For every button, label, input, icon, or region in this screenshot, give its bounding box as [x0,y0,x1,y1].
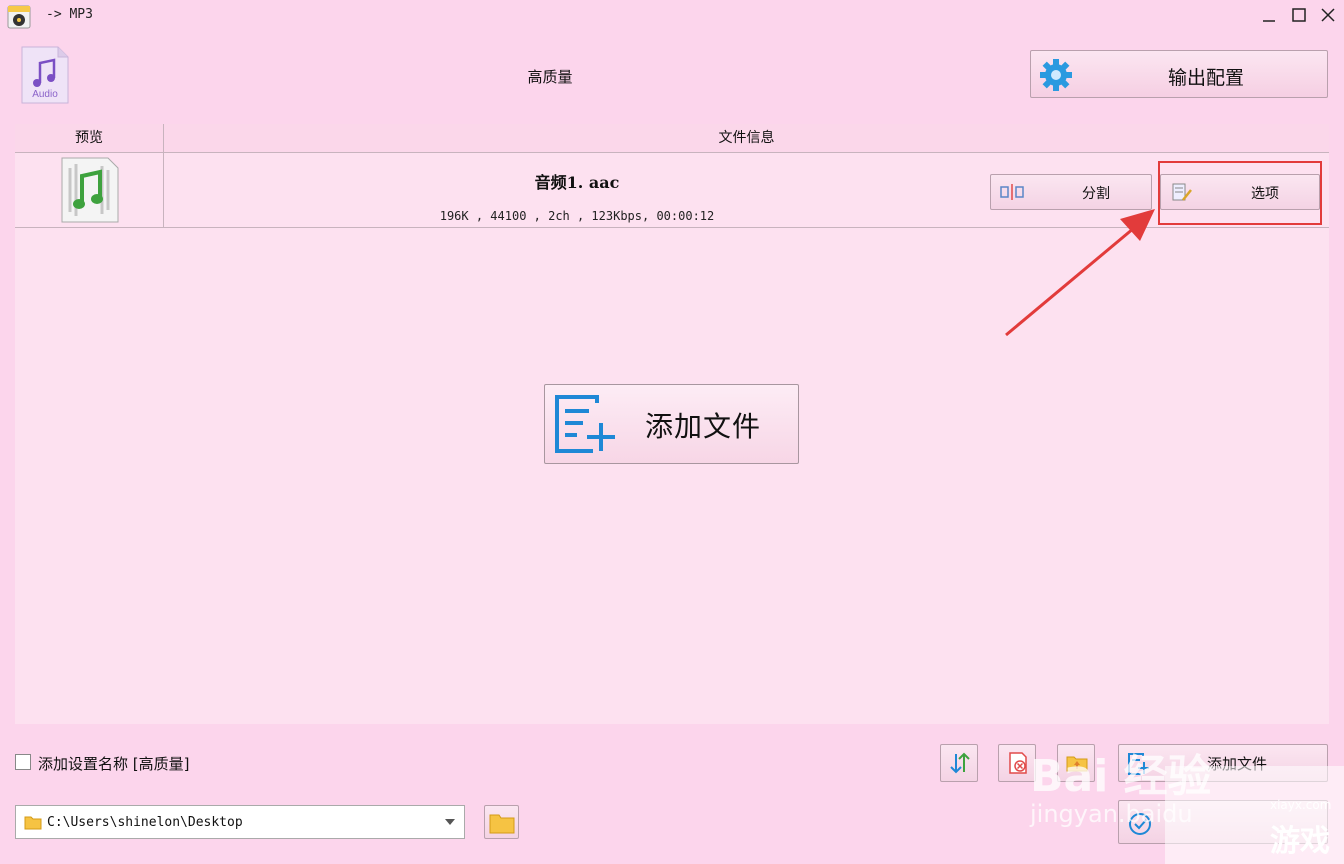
add-preset-name-label: 添加设置名称 [高质量] [38,755,190,773]
output-path-select[interactable]: C:\Users\shinelon\Desktop [15,805,465,839]
add-file-label: 添加文件 [645,410,762,443]
add-preset-name-checkbox[interactable] [15,754,31,770]
highlight-box [1158,161,1322,225]
folder-icon [24,816,42,830]
close-button[interactable] [1315,4,1341,26]
chevron-down-icon[interactable] [444,818,456,826]
output-config-button[interactable]: 输出配置 [1030,50,1328,98]
sort-icon [950,752,970,774]
preset-label: 高质量 [527,68,573,86]
remove-icon [1009,752,1027,774]
maximize-button[interactable] [1286,4,1312,26]
file-metadata: 196K , 44100 , 2ch , 123Kbps, 00:00:12 [439,209,715,223]
output-config-label: 输出配置 [1167,67,1244,89]
window-title: -> MP3 [46,7,93,22]
add-file-button-large[interactable]: 添加文件 [544,384,799,464]
svg-text:Audio: Audio [32,89,58,100]
watermark-site-url: xiayx.com [1270,798,1332,812]
watermark-site-text: 游戏 [1270,824,1330,859]
browse-folder-button[interactable] [484,805,519,839]
table-header: 预览 文件信息 [15,124,1329,153]
minimize-button[interactable] [1256,4,1282,26]
file-name: 音频1. aac [534,173,620,192]
column-header-preview: 预览 [15,124,164,152]
browse-folder-icon [489,814,515,834]
column-header-file-info: 文件信息 [718,130,775,146]
output-path-value: C:\Users\shinelon\Desktop [47,815,243,830]
add-file-icon [555,395,615,453]
gear-icon [1040,59,1072,91]
audio-icon: Audio [21,46,69,104]
title-bar: -> MP3 [0,0,1344,30]
annotation-arrow [1005,209,1155,337]
app-icon [7,5,31,29]
sort-button[interactable] [940,744,978,782]
music-file-thumbnail [61,157,119,223]
